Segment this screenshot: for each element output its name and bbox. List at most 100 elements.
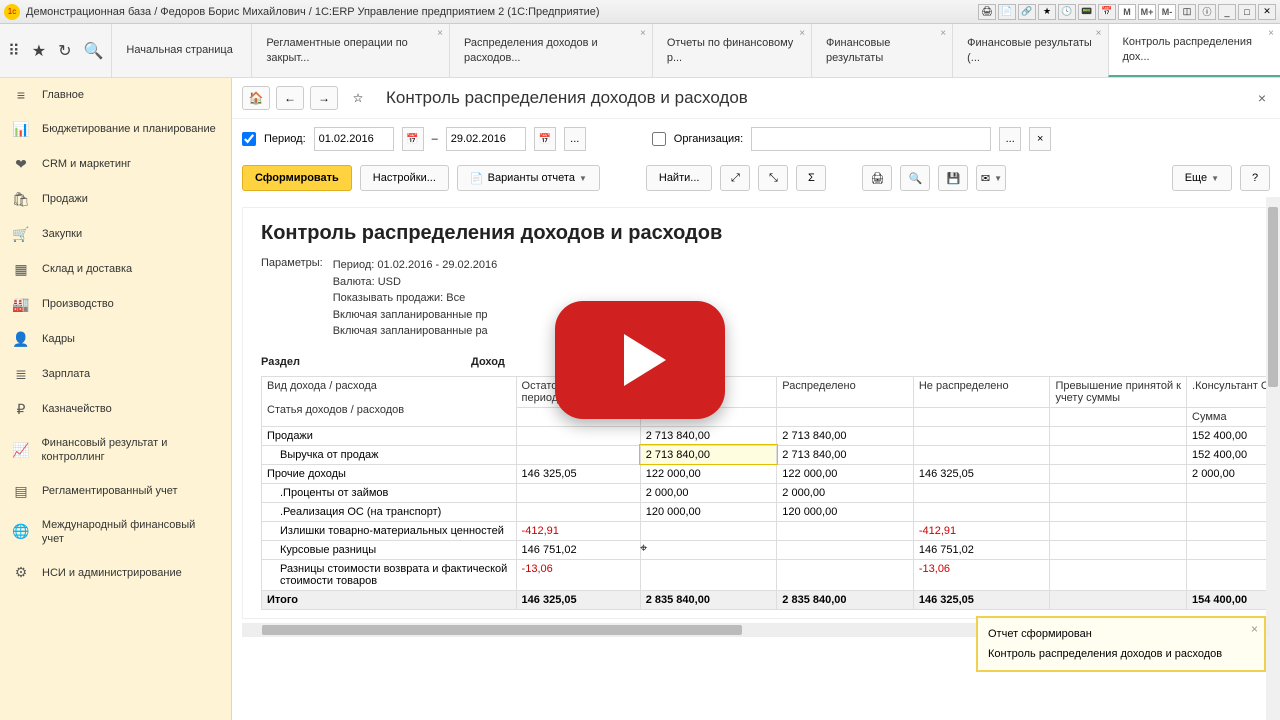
search-icon[interactable]: 🔍 (83, 41, 103, 61)
sidebar-item-ifrs[interactable]: 🌐Международный финансовый учет (0, 509, 231, 556)
tb-info-icon[interactable]: ⓘ (1198, 4, 1216, 20)
back-button[interactable]: ← (276, 86, 304, 110)
col-notdistrib: Не распределено (913, 376, 1050, 407)
tb-mminus[interactable]: M- (1158, 4, 1176, 20)
org-checkbox[interactable] (652, 132, 666, 146)
calendar-to-icon[interactable]: 📅 (534, 127, 556, 151)
sidebar-item-budget[interactable]: 📊Бюджетирование и планирование (0, 112, 231, 147)
table-row[interactable]: Курсовые разницы146 751,02146 751,02 (262, 540, 1280, 559)
sidebar-item-treasury[interactable]: ₽Казначейство (0, 392, 231, 427)
history-icon[interactable]: ↻ (58, 41, 71, 61)
tab-control[interactable]: ×Контроль распределения дох... (1108, 24, 1280, 77)
sidebar-item-purchases[interactable]: 🛒Закупки (0, 217, 231, 252)
tb-link-icon[interactable]: 🔗 (1018, 4, 1036, 20)
preview-icon[interactable]: 🔍 (900, 165, 930, 191)
cursor-icon: ⌖ (640, 540, 647, 556)
tb-star-icon[interactable]: ★ (1038, 4, 1056, 20)
tab-finres2[interactable]: ×Финансовые результаты (... (952, 24, 1107, 77)
table-row[interactable]: .Реализация ОС (на транспорт)120 000,001… (262, 502, 1280, 521)
page-close-icon[interactable]: × (1254, 86, 1270, 110)
star-icon[interactable]: ☆ (344, 86, 372, 110)
tb-panel-icon[interactable]: ◫ (1178, 4, 1196, 20)
tab-close-icon[interactable]: × (1268, 28, 1274, 39)
tab-close-icon[interactable]: × (640, 28, 646, 39)
tab-reports[interactable]: ×Отчеты по финансовому р... (652, 24, 811, 77)
sidebar-item-warehouse[interactable]: ▦Склад и доставка (0, 252, 231, 287)
play-button-overlay[interactable] (555, 301, 725, 419)
sidebar: ≡Главное 📊Бюджетирование и планирование … (0, 78, 232, 720)
print-icon[interactable]: 🖨 (862, 165, 892, 191)
period-label: Период: (264, 133, 306, 145)
tab-close-icon[interactable]: × (940, 28, 946, 39)
sidebar-item-production[interactable]: 🏭Производство (0, 287, 231, 322)
org-clear-button[interactable]: × (1029, 127, 1051, 151)
favorite-icon[interactable]: ★ (32, 41, 46, 61)
sidebar-item-finresult[interactable]: 📈Финансовый результат и контроллинг (0, 427, 231, 474)
tab-regops[interactable]: ×Регламентные операции по закрыт... (251, 24, 449, 77)
tb-print-icon[interactable]: 🖨 (978, 4, 996, 20)
table-row[interactable]: Продажи2 713 840,002 713 840,00152 400,0… (262, 426, 1280, 445)
section-header-2: Доход (471, 356, 505, 368)
home-button[interactable]: 🏠 (242, 86, 270, 110)
toast-close-icon[interactable]: × (1251, 622, 1258, 636)
tb-history-icon[interactable]: 🕓 (1058, 4, 1076, 20)
toolbar: Сформировать Настройки... 📄 Варианты отч… (232, 159, 1280, 197)
settings-button[interactable]: Настройки... (360, 165, 449, 191)
tb-doc-icon[interactable]: 📄 (998, 4, 1016, 20)
form-report-button[interactable]: Сформировать (242, 165, 352, 191)
sidebar-item-main[interactable]: ≡Главное (0, 78, 231, 112)
date-to-input[interactable] (446, 127, 526, 151)
calendar-from-icon[interactable]: 📅 (402, 127, 424, 151)
tab-finres1[interactable]: ×Финансовые результаты (811, 24, 952, 77)
tb-calendar-icon[interactable]: 📅 (1098, 4, 1116, 20)
tab-close-icon[interactable]: × (799, 28, 805, 39)
section-header-1: Раздел (261, 356, 471, 368)
table-row[interactable]: Прочие доходы146 325,05122 000,00122 000… (262, 464, 1280, 483)
tab-close-icon[interactable]: × (1096, 28, 1102, 39)
collapse-icon[interactable]: ⤡ (758, 165, 788, 191)
sidebar-item-crm[interactable]: ❤CRM и маркетинг (0, 147, 231, 182)
variants-button[interactable]: 📄 Варианты отчета ▼ (457, 165, 600, 191)
org-picker-button[interactable]: ... (999, 127, 1021, 151)
table-row[interactable]: Излишки товарно-материальных ценностей-4… (262, 521, 1280, 540)
maximize-icon[interactable]: □ (1238, 4, 1256, 20)
mail-icon[interactable]: ✉ ▼ (976, 165, 1006, 191)
total-row: Итого 146 325,05 2 835 840,00 2 835 840,… (262, 590, 1280, 609)
sidebar-item-regaccounting[interactable]: ▤Регламентированный учет (0, 474, 231, 509)
apps-icon[interactable]: ⠿ (8, 41, 20, 61)
forward-button[interactable]: → (310, 86, 338, 110)
play-icon (624, 334, 666, 386)
help-button[interactable]: ? (1240, 165, 1270, 191)
table-row[interactable]: Разницы стоимости возврата и фактической… (262, 559, 1280, 590)
minimize-icon[interactable]: _ (1218, 4, 1236, 20)
list-icon: ≣ (12, 366, 30, 383)
find-button[interactable]: Найти... (646, 165, 713, 191)
more-button[interactable]: Еще ▼ (1172, 165, 1232, 191)
ruble-icon: ₽ (12, 401, 30, 418)
table-row[interactable]: Выручка от продаж2 713 840,002 713 840,0… (262, 445, 1280, 464)
col-excess: Превышение принятой к учету суммы (1050, 376, 1187, 407)
tab-distrib[interactable]: ×Распределения доходов и расходов... (449, 24, 652, 77)
globe-icon: 🌐 (12, 523, 30, 540)
tb-mplus[interactable]: M+ (1138, 4, 1156, 20)
period-picker-button[interactable]: ... (564, 127, 586, 151)
period-checkbox[interactable] (242, 132, 256, 146)
sidebar-item-nsi[interactable]: ⚙НСИ и администрирование (0, 555, 231, 590)
sidebar-item-sales[interactable]: 🛍Продажи (0, 182, 231, 217)
org-input[interactable] (751, 127, 991, 151)
expand-icon[interactable]: ⤢ (720, 165, 750, 191)
gear-icon: ⚙ (12, 564, 30, 581)
save-icon[interactable]: 💾 (938, 165, 968, 191)
tb-m[interactable]: M (1118, 4, 1136, 20)
tb-calc-icon[interactable]: 📟 (1078, 4, 1096, 20)
sidebar-item-hr[interactable]: 👤Кадры (0, 322, 231, 357)
close-icon[interactable]: ✕ (1258, 4, 1276, 20)
sidebar-item-salary[interactable]: ≣Зарплата (0, 357, 231, 392)
tab-close-icon[interactable]: × (437, 28, 443, 39)
vertical-scrollbar[interactable] (1266, 197, 1280, 720)
sigma-icon[interactable]: Σ (796, 165, 826, 191)
grid-icon: ▦ (12, 261, 30, 278)
date-from-input[interactable] (314, 127, 394, 151)
table-row[interactable]: .Проценты от займов2 000,002 000,00 (262, 483, 1280, 502)
tab-home[interactable]: Начальная страница (111, 24, 251, 77)
